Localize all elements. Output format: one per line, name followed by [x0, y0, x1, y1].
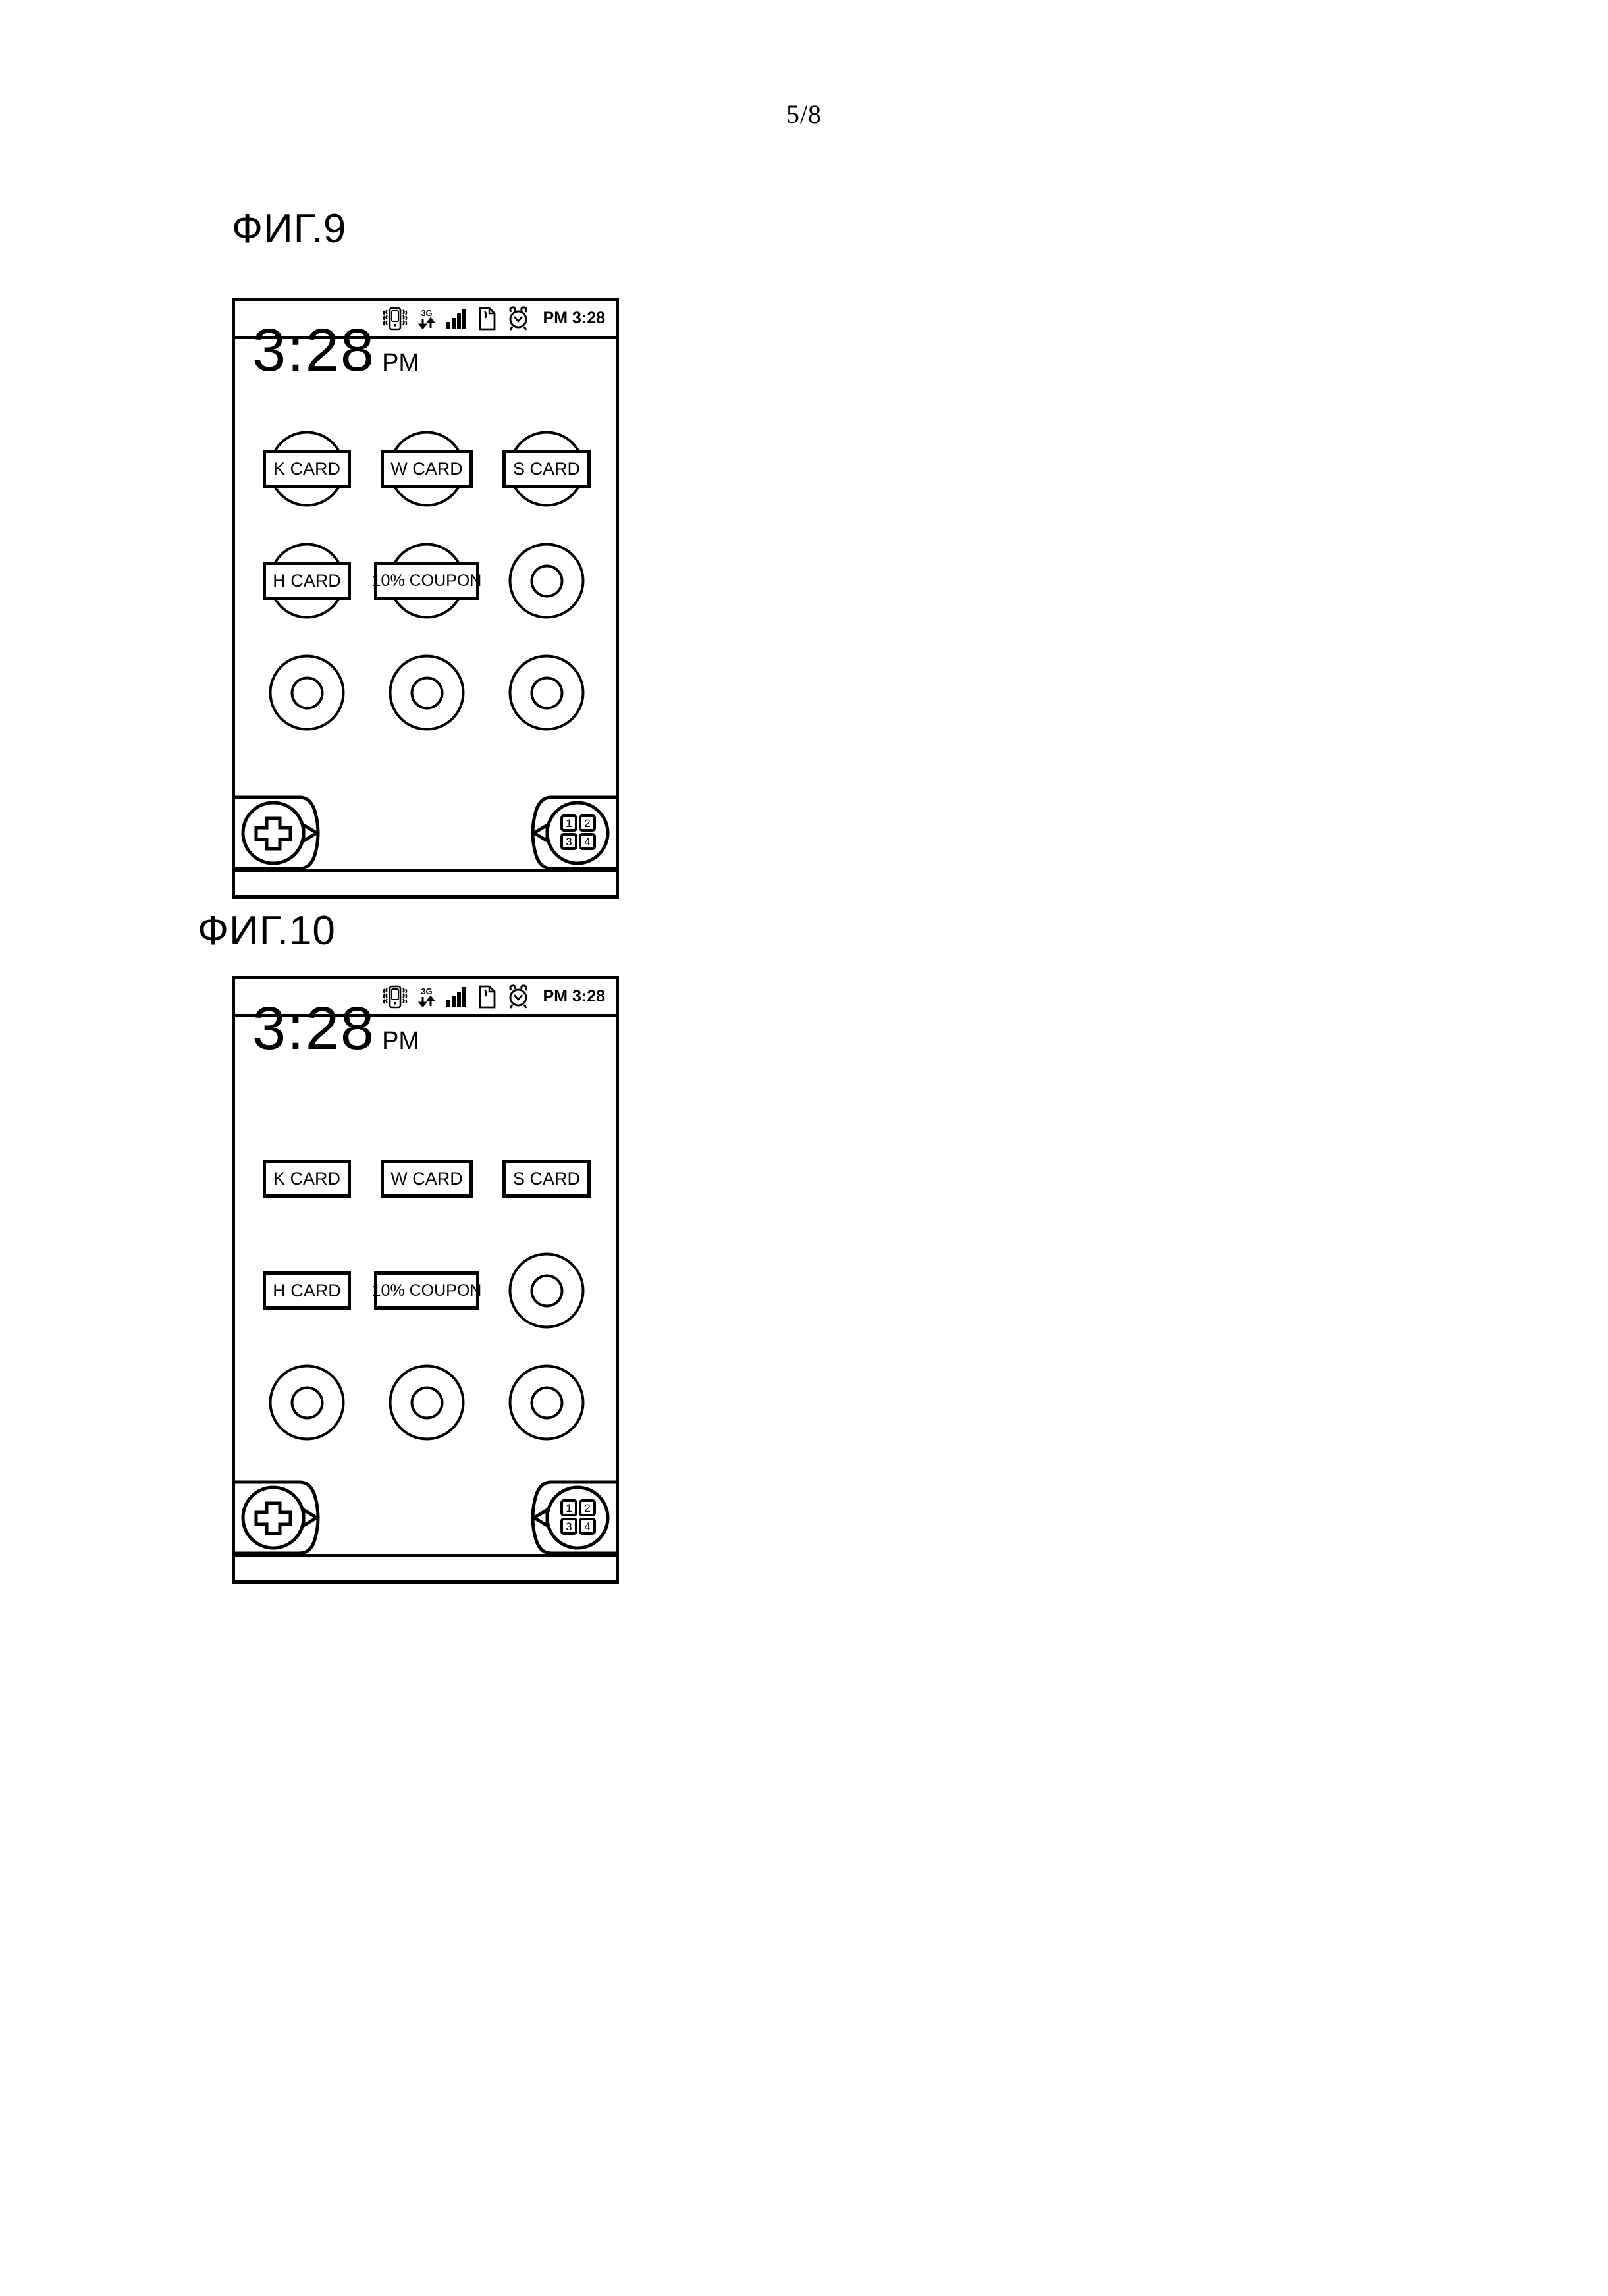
widget-cell-empty[interactable]: [487, 1235, 606, 1347]
svg-text:4: 4: [584, 1520, 590, 1533]
card-label: H CARD: [273, 1280, 341, 1300]
arrow-left-icon: [531, 1507, 549, 1529]
widget-cell[interactable]: K CARD: [247, 1123, 367, 1235]
card-k-card[interactable]: K CARD: [263, 450, 351, 488]
home-clock-meridiem: PM: [382, 1027, 420, 1055]
phone-mockup-fig10: 3G PM 3:28 3:28 PM K CARD W CARD S CARD …: [232, 976, 619, 1584]
widget-circle-icon: [269, 1364, 345, 1441]
card-h-card[interactable]: H CARD: [263, 1271, 351, 1310]
home-clock-widget: 3:28 PM: [252, 995, 420, 1062]
alarm-clock-icon: [506, 984, 531, 1009]
card-widget-grid: K CARD W CARD S CARD H CARD 10% COUPON: [247, 1123, 606, 1458]
add-plus-button[interactable]: [235, 1478, 326, 1557]
card-label: K CARD: [273, 1168, 340, 1188]
widget-cell-empty[interactable]: [247, 1347, 367, 1458]
card-label: K CARD: [273, 458, 340, 479]
svg-text:3G: 3G: [421, 986, 432, 996]
widget-cell[interactable]: 10% COUPON: [367, 1235, 487, 1347]
svg-text:3: 3: [566, 1520, 572, 1533]
widget-circle-icon: [508, 1364, 585, 1441]
widget-cell[interactable]: H CARD: [247, 1235, 367, 1347]
signal-bars-icon: [445, 984, 469, 1009]
card-label: W CARD: [390, 458, 463, 479]
card-label: 10% COUPON: [371, 571, 482, 590]
card-label: S CARD: [512, 1168, 580, 1188]
card-w-card[interactable]: W CARD: [381, 450, 473, 488]
card-s-card[interactable]: S CARD: [502, 1160, 591, 1198]
card-w-card[interactable]: W CARD: [381, 1160, 473, 1198]
card-h-card[interactable]: H CARD: [263, 562, 351, 600]
status-bar-clock: PM 3:28: [543, 987, 605, 1005]
widget-cell-empty[interactable]: [487, 1347, 606, 1458]
svg-text:2: 2: [584, 1502, 590, 1514]
app-grid-button[interactable]: 1 2 3 4: [525, 1478, 616, 1557]
svg-text:1: 1: [566, 1502, 572, 1514]
widget-cell[interactable]: S CARD: [487, 1123, 606, 1235]
arrow-right-icon: [302, 1507, 320, 1529]
memo-note-icon: [477, 984, 497, 1009]
card-label: W CARD: [390, 1168, 463, 1188]
figure-10-label: ФИГ.10: [198, 908, 336, 953]
card-label: 10% COUPON: [371, 1281, 482, 1300]
widget-cell-empty[interactable]: [367, 1347, 487, 1458]
bottom-dock: 1 2 3 4: [235, 1447, 616, 1580]
widget-circle-icon: [508, 1252, 585, 1329]
figure-10: ФИГ.10 3G PM 3:28 3:28 PM K CARD W CARD …: [0, 0, 1608, 1633]
card-coupon[interactable]: 10% COUPON: [371, 562, 482, 600]
card-label: S CARD: [512, 458, 580, 479]
card-label: H CARD: [273, 570, 341, 591]
widget-circle-icon: [389, 1364, 465, 1441]
widget-cell[interactable]: W CARD: [367, 1123, 487, 1235]
card-k-card[interactable]: K CARD: [263, 1160, 351, 1198]
home-clock-time: 3:28: [252, 995, 376, 1062]
card-coupon[interactable]: 10% COUPON: [371, 1271, 482, 1310]
card-s-card[interactable]: S CARD: [502, 450, 591, 488]
